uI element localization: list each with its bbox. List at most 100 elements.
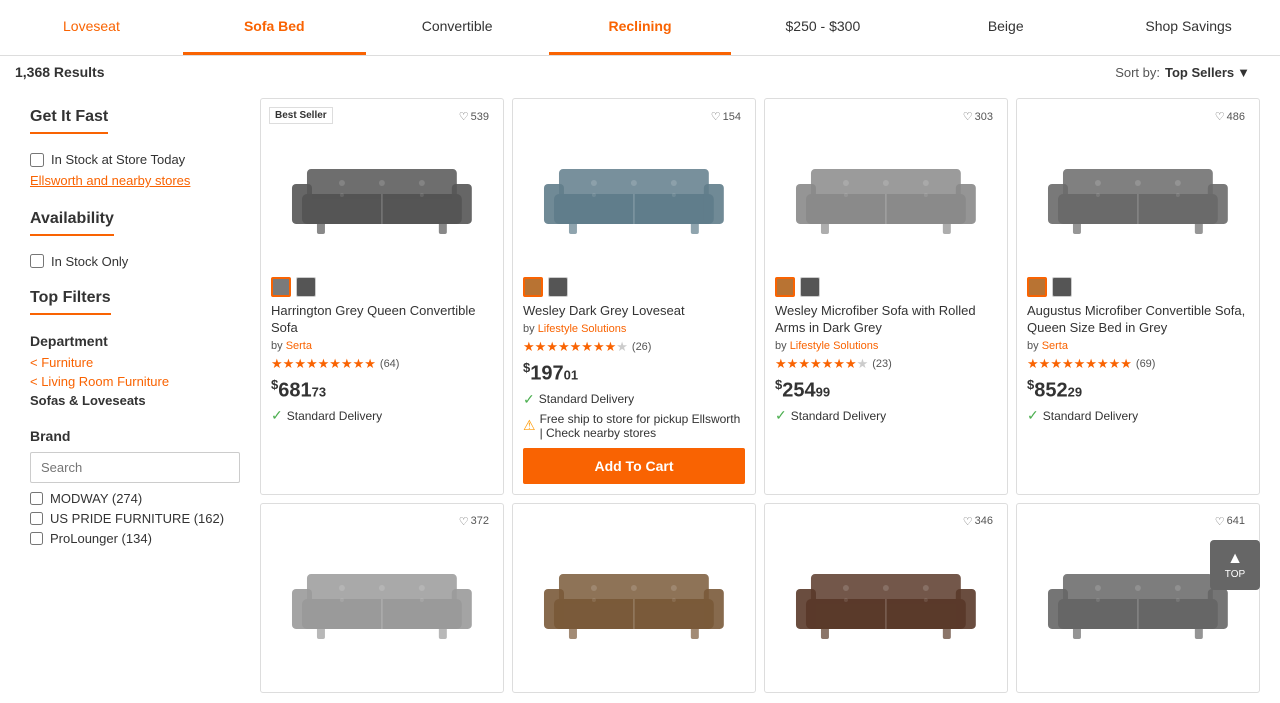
brand-item: US PRIDE FURNITURE (162) <box>30 511 240 526</box>
sidebar: Get It Fast In Stock at Store Today Ells… <box>15 98 255 693</box>
color-swatch[interactable] <box>800 277 820 297</box>
delivery-row: ✓ Standard Delivery <box>271 407 493 424</box>
product-image <box>271 109 493 269</box>
star-rating: ★★★★★ <box>775 356 868 372</box>
add-to-cart-button[interactable]: Add To Cart <box>523 448 745 484</box>
color-swatch[interactable] <box>775 277 795 297</box>
nav-item-reclining[interactable]: Reclining <box>549 0 732 55</box>
product-card: Best Seller ♡ 539 Harrington Grey Queen … <box>260 98 504 495</box>
product-brand: by Serta <box>1027 340 1249 352</box>
wishlist-button[interactable]: ♡ 346 <box>957 512 999 531</box>
top-nav: LoveseatSofa BedConvertibleReclining$250… <box>0 0 1280 56</box>
product-card: ♡ 154 Wesley Dark Grey Loveseat by Lifes… <box>512 98 756 495</box>
check-icon: ✓ <box>271 407 283 424</box>
back-to-top-button[interactable]: ▲ TOP <box>1210 540 1260 590</box>
product-title: Augustus Microfiber Convertible Sofa, Qu… <box>1027 303 1249 337</box>
color-swatch[interactable] <box>523 277 543 297</box>
color-swatches <box>775 277 997 297</box>
wishlist-button[interactable]: ♡ 154 <box>705 107 747 126</box>
delivery-label: Standard Delivery <box>1043 409 1138 423</box>
brand-checkbox[interactable] <box>30 532 43 545</box>
brand-item: ProLounger (134) <box>30 531 240 546</box>
furniture-link[interactable]: < Furniture <box>30 355 240 370</box>
product-image <box>1027 109 1249 269</box>
wishlist-button[interactable]: ♡ 303 <box>957 107 999 126</box>
brand-checkbox[interactable] <box>30 492 43 505</box>
product-title: Wesley Microfiber Sofa with Rolled Arms … <box>775 303 997 337</box>
delivery-row: ✓ Standard Delivery <box>775 407 997 424</box>
brand-checkbox[interactable] <box>30 512 43 525</box>
product-image <box>1027 514 1249 674</box>
delivery-label: Standard Delivery <box>539 392 634 406</box>
product-image <box>775 514 997 674</box>
availability-title: Availability <box>30 210 114 236</box>
wishlist-count: 346 <box>975 515 993 527</box>
brand-search-input[interactable] <box>30 452 240 483</box>
living-room-link[interactable]: < Living Room Furniture <box>30 374 240 389</box>
check-icon: ✓ <box>775 407 787 424</box>
wishlist-button[interactable]: ♡ 641 <box>1209 512 1251 531</box>
review-count: (23) <box>872 358 892 370</box>
wishlist-count: 303 <box>975 111 993 123</box>
stars-row: ★★★★★ (69) <box>1027 356 1249 372</box>
color-swatch[interactable] <box>1027 277 1047 297</box>
in-stock-only-label: In Stock Only <box>51 254 128 269</box>
stars-row: ★★★★★ (64) <box>271 356 493 372</box>
product-price: $68173 <box>271 377 493 403</box>
wishlist-count: 539 <box>471 111 489 123</box>
wishlist-count: 154 <box>723 111 741 123</box>
in-stock-checkbox[interactable] <box>30 153 44 167</box>
delivery-row: ✓ Standard Delivery <box>523 391 745 408</box>
heart-icon: ♡ <box>963 515 973 528</box>
product-card: ♡ 346 <box>764 503 1008 693</box>
color-swatch[interactable] <box>1052 277 1072 297</box>
product-price: $19701 <box>523 360 745 386</box>
wishlist-count: 372 <box>471 515 489 527</box>
color-swatch[interactable] <box>296 277 316 297</box>
color-swatches <box>1027 277 1249 297</box>
wishlist-button[interactable]: ♡ 486 <box>1209 107 1251 126</box>
stars-row: ★★★★★ (26) <box>523 339 745 355</box>
nav-item-convertible[interactable]: Convertible <box>366 0 549 55</box>
product-image <box>271 514 493 674</box>
nav-item-beige[interactable]: Beige <box>914 0 1097 55</box>
heart-icon: ♡ <box>1215 110 1225 123</box>
heart-icon: ♡ <box>1215 515 1225 528</box>
in-stock-only-checkbox[interactable] <box>30 254 44 268</box>
wishlist-button[interactable]: ♡ 539 <box>453 107 495 126</box>
nav-item-sofa-bed[interactable]: Sofa Bed <box>183 0 366 55</box>
arrow-up-icon: ▲ <box>1227 551 1243 567</box>
product-price: $25499 <box>775 377 997 403</box>
color-swatch[interactable] <box>548 277 568 297</box>
product-title: Harrington Grey Queen Convertible Sofa <box>271 303 493 337</box>
nav-item-loveseat[interactable]: Loveseat <box>0 0 183 55</box>
wishlist-count: 486 <box>1227 111 1245 123</box>
check-nearby-link[interactable]: Check nearby stores <box>546 426 656 440</box>
products-area: Best Seller ♡ 539 Harrington Grey Queen … <box>255 98 1265 693</box>
product-brand: by Serta <box>271 340 493 352</box>
product-card: ♡ 372 <box>260 503 504 693</box>
chevron-down-icon: ▼ <box>1237 65 1250 80</box>
review-count: (26) <box>632 341 652 353</box>
in-stock-label: In Stock at Store Today <box>51 152 185 167</box>
color-swatch[interactable] <box>271 277 291 297</box>
star-rating: ★★★★★ <box>523 339 628 355</box>
review-count: (69) <box>1136 358 1156 370</box>
star-rating: ★★★★★ <box>271 356 376 372</box>
nav-item-shop-savings[interactable]: Shop Savings <box>1097 0 1280 55</box>
sort-by-value[interactable]: Top Sellers ▼ <box>1165 65 1250 80</box>
product-card: ♡ 641 <box>1016 503 1260 693</box>
product-card: ♡ 486 Augustus Microfiber Convertible So… <box>1016 98 1260 495</box>
delivery-row: ✓ Standard Delivery <box>1027 407 1249 424</box>
department-title: Department <box>30 333 240 349</box>
ship-to-store-row: ⚠ Free ship to store for pickup Ellswort… <box>523 412 745 440</box>
product-brand: by Lifestyle Solutions <box>523 323 745 335</box>
best-seller-badge: Best Seller <box>269 107 333 124</box>
check-icon: ✓ <box>523 391 535 408</box>
wishlist-button[interactable]: ♡ 372 <box>453 512 495 531</box>
results-count: 1,368 Results <box>15 64 105 80</box>
ellsworth-link[interactable]: Ellsworth and nearby stores <box>30 173 190 188</box>
nav-item-$250---$300[interactable]: $250 - $300 <box>731 0 914 55</box>
product-card <box>512 503 756 693</box>
sort-by-label: Sort by: <box>1115 65 1160 80</box>
